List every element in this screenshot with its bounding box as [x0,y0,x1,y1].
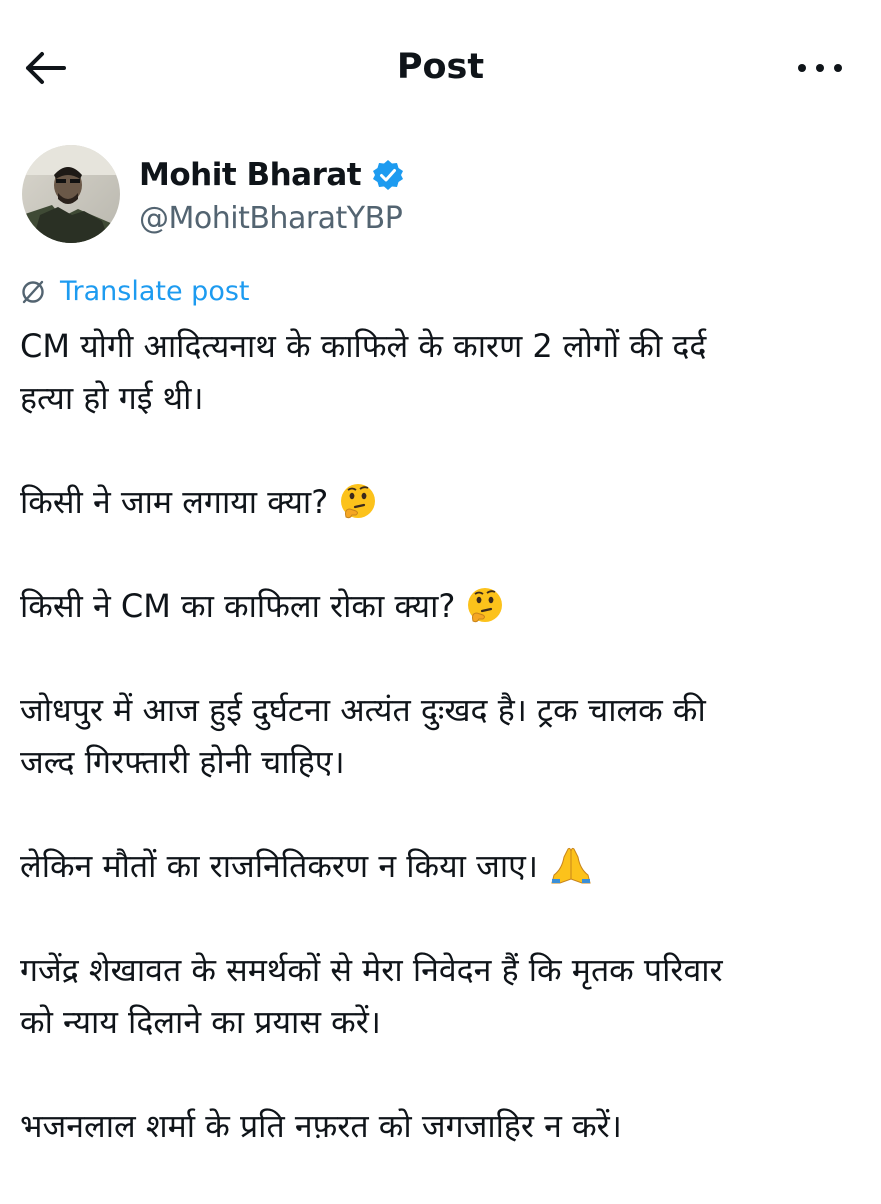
display-name: Mohit Bharat [139,157,362,193]
more-horizontal-icon [798,64,842,72]
avatar[interactable] [22,145,120,243]
translate-post-button[interactable]: Translate post [20,274,250,310]
post-line: किसी ने CM का काफिला रोका क्या? [20,587,456,625]
profile-photo [22,145,120,243]
translate-globe-icon [22,280,44,304]
page-title: Post [396,47,485,87]
post-line: लेकिन मौतों का राजनितिकरण न किया जाए। [20,847,538,885]
post-line: जल्द गिरफ्तारी होनी चाहिए। [20,743,345,781]
post-author: Mohit Bharat @MohitBharatYBP [22,145,822,245]
post-paragraph: CM योगी आदित्यनाथ के काफिले के कारण 2 लो… [20,320,860,424]
post-paragraph: जोधपुर में आज हुई दुर्घटना अत्यंत दुःखद … [20,684,860,788]
top-bar: Post [0,0,881,130]
post-paragraph: लेकिन मौतों का राजनितिकरण न किया जाए। [20,840,860,892]
folded-hands-emoji [551,847,591,884]
more-options-button[interactable] [790,54,850,84]
post-paragraph: किसी ने CM का काफिला रोका क्या? [20,580,860,632]
verified-badge-icon [373,160,404,190]
thinking-face-emoji [341,484,376,519]
post-line: को न्याय दिलाने का प्रयास करें। [20,1003,381,1041]
translate-post-label: Translate post [60,276,250,307]
post-line: किसी ने जाम लगाया क्या? [20,483,329,521]
post-paragraph: किसी ने जाम लगाया क्या? [20,476,860,528]
post-paragraph: गजेंद्र शेखावत के समर्थकों से मेरा निवेद… [20,944,860,1048]
post-line: हत्या हो गई थी। [20,379,204,417]
user-handle[interactable]: @MohitBharatYBP [139,199,403,239]
post-line: जोधपुर में आज हुई दुर्घटना अत्यंत दुःखद … [20,691,706,729]
post-line: गजेंद्र शेखावत के समर्थकों से मेरा निवेद… [20,951,723,989]
thinking-face-emoji [468,588,503,623]
post-line: CM योगी आदित्यनाथ के काफिले के कारण 2 लो… [20,327,707,365]
post-paragraph: भजनलाल शर्मा के प्रति नफ़रत को जगजाहिर न… [20,1100,860,1152]
post-line: भजनलाल शर्मा के प्रति नफ़रत को जगजाहिर न… [20,1107,622,1145]
post-text: CM योगी आदित्यनाथ के काफिले के कारण 2 लो… [20,320,860,1204]
display-name-row[interactable]: Mohit Bharat [139,155,405,195]
